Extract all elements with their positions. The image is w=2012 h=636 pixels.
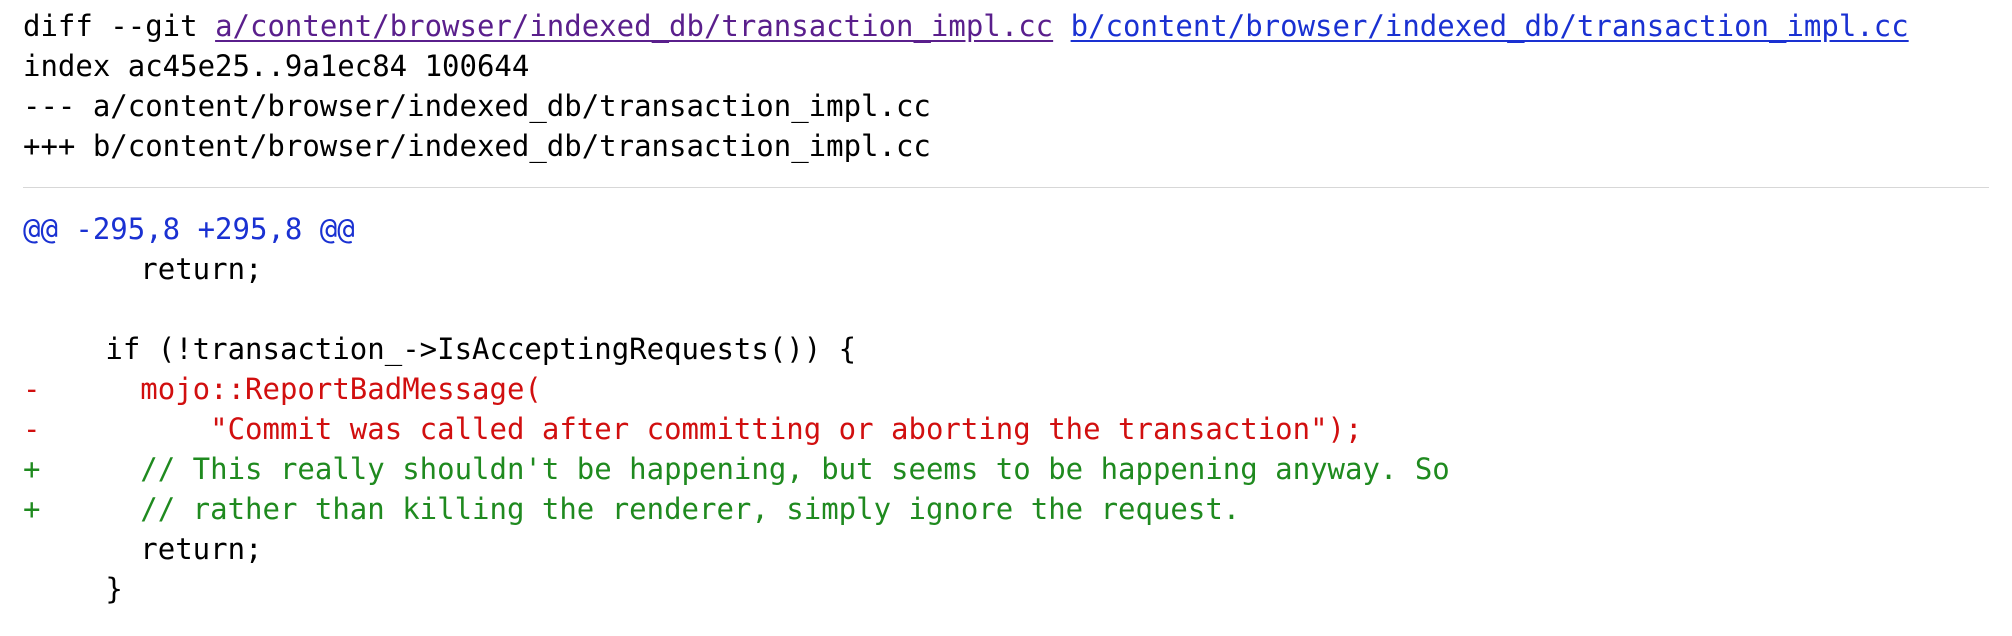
line-text: return; [53, 252, 263, 286]
line-sign: - [23, 372, 41, 406]
diff-header: diff --git a/content/browser/indexed_db/… [23, 6, 1909, 166]
hunk-header: @@ -295,8 +295,8 @@ [23, 212, 355, 246]
file-b-link[interactable]: b/content/browser/indexed_db/transaction… [1071, 9, 1909, 43]
diff-line-context: } [23, 569, 1450, 609]
line-text: // This really shouldn't be happening, b… [53, 452, 1450, 486]
line-text: return; [53, 532, 263, 566]
diff-line-deleted: - "Commit was called after committing or… [23, 409, 1450, 449]
diff-line-context: return; [23, 529, 1450, 569]
line-sign [23, 529, 53, 569]
line-sign: - [23, 412, 41, 446]
line-text: // rather than killing the renderer, sim… [53, 492, 1241, 526]
plus-file-line: +++ b/content/browser/indexed_db/transac… [23, 129, 931, 163]
diff-line-deleted: - mojo::ReportBadMessage( [23, 369, 1450, 409]
line-text: "Commit was called after committing or a… [53, 412, 1363, 446]
line-text: if (!transaction_->IsAcceptingRequests()… [53, 332, 857, 366]
line-sign: + [23, 452, 41, 486]
line-sign: + [23, 492, 41, 526]
diff-command: diff --git [23, 9, 198, 43]
diff-line-context [23, 289, 1450, 329]
line-text: } [53, 572, 123, 606]
diff-line-context: return; [23, 249, 1450, 289]
diff-view: diff --git a/content/browser/indexed_db/… [0, 0, 2012, 636]
diff-line-context: if (!transaction_->IsAcceptingRequests()… [23, 329, 1450, 369]
diff-hunk: @@ -295,8 +295,8 @@ return; if (!transac… [23, 209, 1450, 609]
diff-git-line: diff --git a/content/browser/indexed_db/… [23, 6, 1909, 46]
line-sign [23, 569, 53, 609]
diff-line-added: + // This really shouldn't be happening,… [23, 449, 1450, 489]
line-sign [23, 289, 53, 329]
header-divider [23, 187, 1989, 188]
line-sign [23, 249, 53, 289]
line-text: mojo::ReportBadMessage( [53, 372, 542, 406]
line-sign [23, 329, 53, 369]
minus-file-line: --- a/content/browser/indexed_db/transac… [23, 89, 931, 123]
diff-line-added: + // rather than killing the renderer, s… [23, 489, 1450, 529]
file-a-link[interactable]: a/content/browser/indexed_db/transaction… [215, 9, 1053, 43]
index-line: index ac45e25..9a1ec84 100644 [23, 49, 530, 83]
